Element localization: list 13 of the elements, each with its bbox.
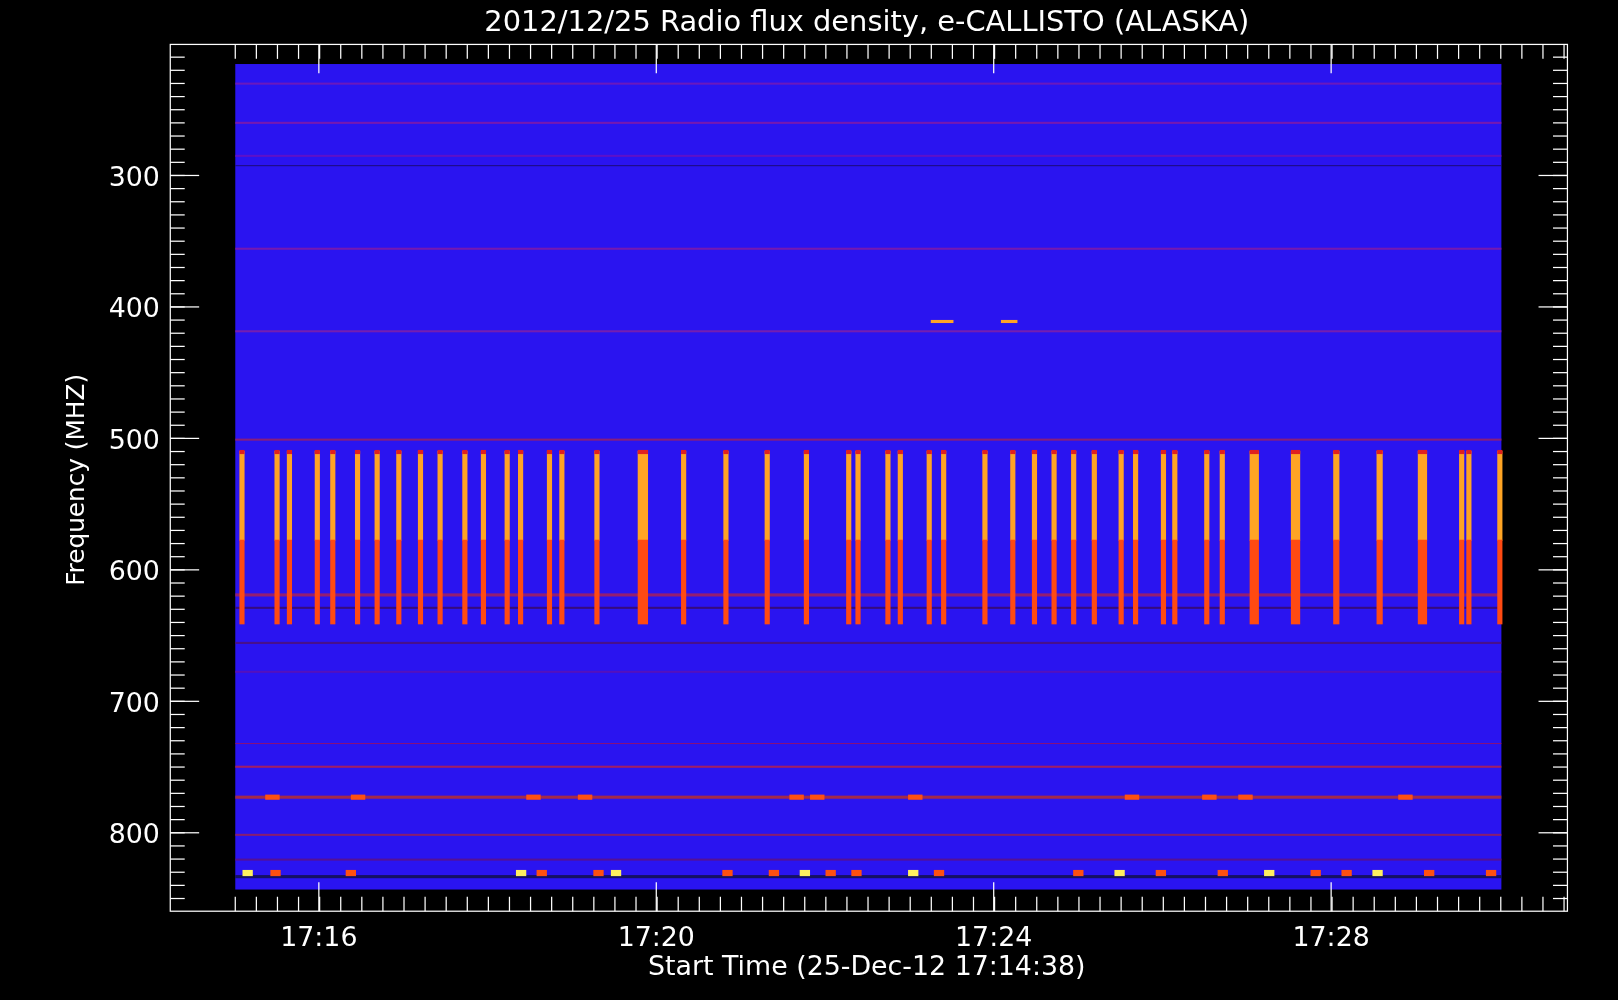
y-tick-label: 300 <box>108 160 160 192</box>
y-axis-label: Frequency (MHZ) <box>60 373 90 586</box>
y-tick-label: 800 <box>108 818 160 850</box>
x-tick-label: 17:24 <box>955 921 1033 953</box>
x-axis-label: Start Time (25-Dec-12 17:14:38) <box>648 950 1086 982</box>
chart-title: 2012/12/25 Radio flux density, e-CALLISTO (ALASKA) <box>484 4 1250 38</box>
y-tick-label: 600 <box>108 555 160 587</box>
x-tick-label: 17:20 <box>617 921 695 953</box>
y-tick-label: 400 <box>108 292 160 324</box>
x-tick-label: 17:16 <box>280 921 358 953</box>
y-tick-label: 500 <box>108 423 160 455</box>
x-tick-label: 17:28 <box>1292 921 1370 953</box>
y-tick-label: 700 <box>108 686 160 718</box>
